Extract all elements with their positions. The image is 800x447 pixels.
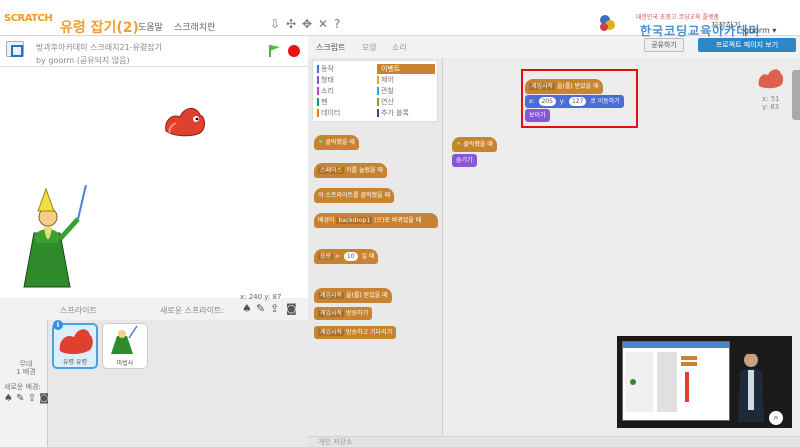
current-sprite-thumbnail xyxy=(758,69,784,89)
category-looks[interactable]: 형태 xyxy=(317,75,373,85)
editor-tabs: 스크립트 모양 소리 xyxy=(308,36,440,58)
project-actions: 공유하기 프로젝트 페이지 보기 xyxy=(644,38,796,52)
grow-icon[interactable]: ✥ xyxy=(302,17,312,31)
presenter-figure xyxy=(738,351,764,422)
sprites-title: 스프라이트 xyxy=(60,306,97,315)
wizard-thumbnail xyxy=(111,325,138,354)
help-icon[interactable]: ? xyxy=(334,17,340,31)
block-when-key-pressed[interactable]: 스페이스 키를 눌렀을 때 xyxy=(314,163,387,178)
paint-brush-icon[interactable]: ✎ xyxy=(256,302,265,315)
project-title: 유령 잡기(2) xyxy=(60,20,139,36)
academy-brand: 대한민국 초중고 코딩교육 플랫폼 한국코딩교육아카데미 저장하기 goorm … xyxy=(596,12,796,38)
camera-icon[interactable]: ◙ xyxy=(286,302,297,315)
block-when-sensor-greater[interactable]: 음량 > 10 일 때 xyxy=(314,249,379,264)
menu-bar: SCRATCH 유령 잡기(2) 도움말 스크래치란 ⇩ ✣ ✥ ✕ ? 대한민… xyxy=(0,0,800,38)
scratch-logo[interactable]: SCRATCH xyxy=(4,13,53,24)
category-motion[interactable]: 동작 xyxy=(317,64,373,74)
academy-logo-icon xyxy=(600,15,615,31)
block-when-receive[interactable]: 게임시작 을(를) 받았을 때 xyxy=(314,288,392,303)
stop-button[interactable] xyxy=(288,45,300,57)
highlight-box xyxy=(521,69,638,128)
project-path: 방과후아카데미 스크래치21-유령잡기 xyxy=(36,43,163,52)
script-hide[interactable]: 숨기기 xyxy=(452,154,477,167)
zoom-icon[interactable]: ⌕ xyxy=(769,411,783,425)
tab-scripts[interactable]: 스크립트 xyxy=(316,42,345,53)
block-when-flag-clicked[interactable]: ⚑ 클릭했을 때 xyxy=(314,135,359,150)
ghost-thumbnail xyxy=(59,329,93,354)
category-pen[interactable]: 펜 xyxy=(317,97,373,107)
zoom-toolbar[interactable] xyxy=(792,70,800,120)
video-screen xyxy=(622,341,730,421)
category-events[interactable]: 이벤트 xyxy=(377,64,435,74)
wizard-sprite[interactable] xyxy=(23,182,87,288)
duplicate-icon[interactable]: ⇩ xyxy=(270,17,280,31)
fullscreen-button[interactable] xyxy=(6,41,24,57)
green-flag-icon[interactable] xyxy=(268,44,282,58)
ghost-sprite[interactable] xyxy=(165,108,205,137)
project-page-button[interactable]: 프로젝트 페이지 보기 xyxy=(698,38,796,52)
category-control[interactable]: 제어 xyxy=(377,75,435,85)
block-when-sprite-clicked[interactable]: 이 스프라이트를 클릭했을 때 xyxy=(314,188,394,203)
backdrop-tools[interactable]: ♠ ✎ ⇪ ◙ xyxy=(4,393,49,404)
stage-label: 무대 1 배경 xyxy=(16,360,36,376)
category-more-blocks[interactable]: 추가 블록 xyxy=(377,108,435,118)
stage-canvas xyxy=(23,108,205,288)
backpack-bar[interactable]: 개인 저장소 xyxy=(308,436,800,447)
upload-icon[interactable]: ⇪ xyxy=(270,302,279,315)
share-button[interactable]: 공유하기 xyxy=(644,38,684,52)
green-flag-icon: ⚑ xyxy=(456,141,462,148)
tab-costumes[interactable]: 모양 xyxy=(362,42,377,53)
sprite-name: 유령 유령 xyxy=(63,359,87,366)
brand-name: 한국코딩교육아카데미 xyxy=(640,24,761,38)
block-broadcast[interactable]: 게임시작 방송하기 xyxy=(314,307,373,320)
category-data[interactable]: 데이터 xyxy=(317,108,373,118)
brand-tagline: 대한민국 초중고 코딩교육 플랫폼 xyxy=(636,14,720,21)
green-flag-icon: ⚑ xyxy=(318,139,324,146)
sprite-library-icon[interactable]: ♠ xyxy=(242,302,252,315)
video-screen-content xyxy=(623,342,729,412)
menu-help[interactable]: 도움말 xyxy=(138,20,163,33)
category-operators[interactable]: 연산 xyxy=(377,97,435,107)
sprite-coords: x: 51 y: 83 xyxy=(762,95,780,111)
shrink-icon[interactable]: ✕ xyxy=(318,17,328,31)
user-menu[interactable]: goorm ▾ xyxy=(744,26,776,35)
save-status[interactable]: 저장하기 xyxy=(711,20,740,31)
tab-sounds[interactable]: 소리 xyxy=(392,42,407,53)
info-icon[interactable]: i xyxy=(53,320,63,330)
sprite-name: 마법사 xyxy=(116,360,134,367)
sprite-card-wizard[interactable]: 마법사 xyxy=(102,323,148,369)
category-sound[interactable]: 소리 xyxy=(317,86,373,96)
new-backdrop-label: 새로운 배경: xyxy=(4,383,41,391)
script-when-flag-clicked[interactable]: ⚑ 클릭했을 때 xyxy=(452,137,497,152)
block-when-backdrop-switches[interactable]: 배경이 backdrop1 (으)로 바뀌었을 때 xyxy=(314,213,438,228)
cut-icon[interactable]: ✣ xyxy=(286,17,296,31)
block-broadcast-and-wait[interactable]: 게임시작 방송하고 기다리기 xyxy=(314,326,397,339)
project-author: by goorm (공유되지 않음) xyxy=(36,56,130,65)
menu-about[interactable]: 스크래치란 xyxy=(174,20,215,33)
stage-mouse-coords: x: 240 y: 87 xyxy=(240,293,282,301)
category-sensing[interactable]: 관찰 xyxy=(377,86,435,96)
stage-header: 방과후아카데미 스크래치21-유령잡기 by goorm (공유되지 않음) xyxy=(0,36,308,66)
stage[interactable] xyxy=(0,66,308,298)
new-sprite-label: 새로운 스프라이트: xyxy=(160,306,225,315)
category-list: 동작 형태 소리 펜 데이터 이벤트 제어 관찰 연산 추가 블록 xyxy=(312,60,438,122)
